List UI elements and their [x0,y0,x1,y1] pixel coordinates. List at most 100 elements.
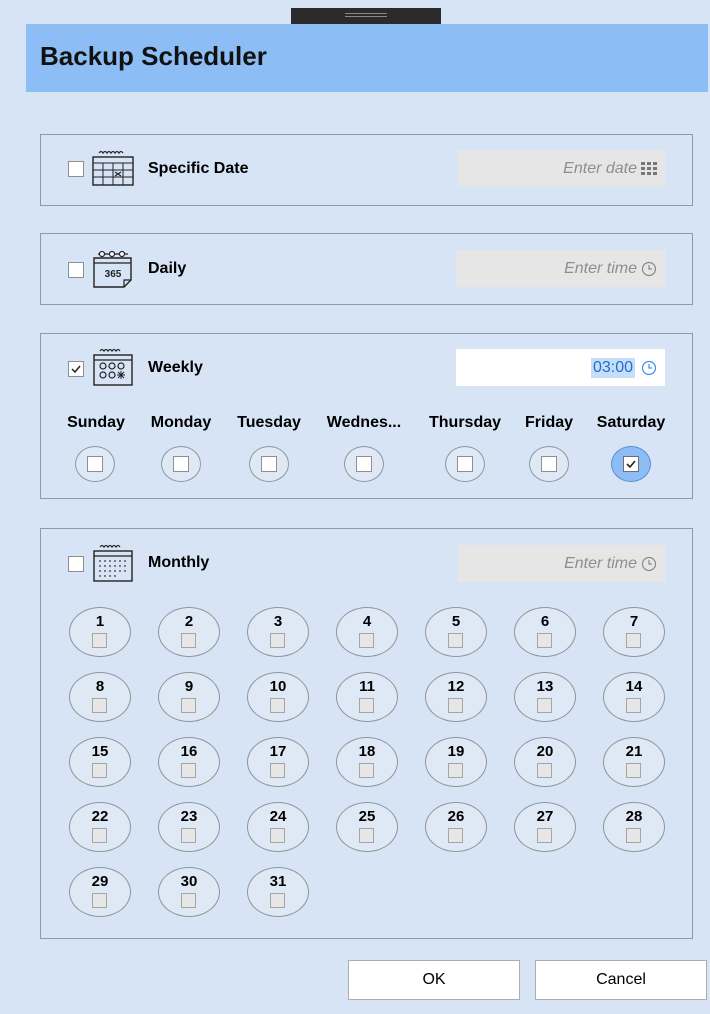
month-day-number: 12 [447,678,465,695]
weekday-label-thursday: Thursday [428,414,502,431]
month-day-toggle[interactable]: 15 [69,737,131,787]
month-day-toggle[interactable]: 7 [603,607,665,657]
month-day-toggle[interactable]: 4 [336,607,398,657]
title-bar: Backup Scheduler [26,24,708,92]
month-day-number: 5 [451,613,461,630]
month-day-toggle[interactable]: 8 [69,672,131,722]
month-day-toggle[interactable]: 13 [514,672,576,722]
month-day-number: 2 [184,613,194,630]
calendar-grid-icon[interactable] [641,161,657,176]
weekly-label: Weekly [148,359,203,376]
specific-date-checkbox[interactable] [68,161,84,177]
month-day-toggle[interactable]: 23 [158,802,220,852]
monthly-section [40,528,693,939]
ok-button[interactable]: OK [348,960,520,1000]
weekday-toggle-friday[interactable] [529,446,569,482]
month-day-number: 1 [95,613,105,630]
weekday-toggle-saturday[interactable] [611,446,651,482]
monthly-time-placeholder: Enter time [564,554,637,572]
month-day-toggle[interactable]: 30 [158,867,220,917]
month-day-number: 3 [273,613,283,630]
month-day-number: 9 [184,678,194,695]
calendar-month-icon [93,544,133,582]
window-drag-handle[interactable] [291,8,441,24]
clock-icon[interactable] [641,261,657,277]
month-day-toggle[interactable]: 10 [247,672,309,722]
weekday-label-wednesday: Wednes... [326,414,402,431]
month-day-number: 29 [91,873,109,890]
month-day-number: 24 [269,808,287,825]
specific-date-placeholder: Enter date [563,159,637,177]
month-day-toggle[interactable]: 26 [425,802,487,852]
clock-icon[interactable] [641,556,657,572]
cancel-button[interactable]: Cancel [535,960,707,1000]
month-day-toggle[interactable]: 24 [247,802,309,852]
month-day-toggle[interactable]: 18 [336,737,398,787]
daily-time-placeholder: Enter time [564,259,637,277]
weekday-label-saturday: Saturday [596,414,666,431]
weekday-label-tuesday: Tuesday [237,414,301,431]
daily-time-field[interactable]: Enter time [456,250,665,287]
weekday-toggle-monday[interactable] [161,446,201,482]
month-day-number: 17 [269,743,287,760]
month-day-toggle[interactable]: 14 [603,672,665,722]
month-day-toggle[interactable]: 25 [336,802,398,852]
monthly-label: Monthly [148,554,210,571]
month-day-toggle[interactable]: 2 [158,607,220,657]
specific-date-field[interactable]: Enter date [458,150,665,187]
month-day-number: 6 [540,613,550,630]
daily-checkbox[interactable] [68,262,84,278]
month-day-toggle[interactable]: 17 [247,737,309,787]
month-day-toggle[interactable]: 1 [69,607,131,657]
month-day-toggle[interactable]: 22 [69,802,131,852]
month-day-number: 4 [362,613,372,630]
weekday-label-friday: Friday [524,414,574,431]
month-day-number: 26 [447,808,465,825]
month-day-number: 14 [625,678,643,695]
weekly-checkbox[interactable] [68,361,84,377]
month-day-number: 19 [447,743,465,760]
weekday-toggle-sunday[interactable] [75,446,115,482]
month-day-toggle[interactable]: 6 [514,607,576,657]
monthly-checkbox[interactable] [68,556,84,572]
svg-text:365: 365 [105,269,122,280]
month-day-toggle[interactable]: 5 [425,607,487,657]
month-day-toggle[interactable]: 20 [514,737,576,787]
month-day-toggle[interactable]: 3 [247,607,309,657]
calendar-365-icon: 365 [93,250,132,288]
weekly-time-field[interactable]: 03:00 [456,349,665,386]
month-day-toggle[interactable]: 9 [158,672,220,722]
month-day-number: 27 [536,808,554,825]
month-day-number: 22 [91,808,109,825]
month-day-toggle[interactable]: 31 [247,867,309,917]
month-day-number: 25 [358,808,376,825]
month-day-toggle[interactable]: 27 [514,802,576,852]
monthly-time-field[interactable]: Enter time [458,545,665,582]
month-day-toggle[interactable]: 19 [425,737,487,787]
month-day-toggle[interactable]: 29 [69,867,131,917]
weekday-toggle-thursday[interactable] [445,446,485,482]
weekday-label-monday: Monday [150,414,212,431]
weekday-toggle-wednesday[interactable] [344,446,384,482]
month-day-toggle[interactable]: 21 [603,737,665,787]
checkmark-icon [626,460,636,469]
checkmark-icon [71,365,81,374]
clock-icon[interactable] [641,360,657,376]
month-day-number: 13 [536,678,554,695]
month-day-number: 21 [625,743,643,760]
weekday-toggle-tuesday[interactable] [249,446,289,482]
calendar-week-icon [93,348,133,386]
month-day-number: 10 [269,678,287,695]
month-day-number: 18 [358,743,376,760]
month-day-toggle[interactable]: 28 [603,802,665,852]
month-day-toggle[interactable]: 11 [336,672,398,722]
weekday-label-sunday: Sunday [67,414,125,431]
month-day-number: 15 [91,743,109,760]
window-title: Backup Scheduler [40,41,267,71]
month-day-number: 23 [180,808,198,825]
month-day-toggle[interactable]: 12 [425,672,487,722]
month-day-number: 8 [95,678,105,695]
month-day-number: 11 [359,678,375,695]
month-day-toggle[interactable]: 16 [158,737,220,787]
month-day-number: 28 [625,808,643,825]
